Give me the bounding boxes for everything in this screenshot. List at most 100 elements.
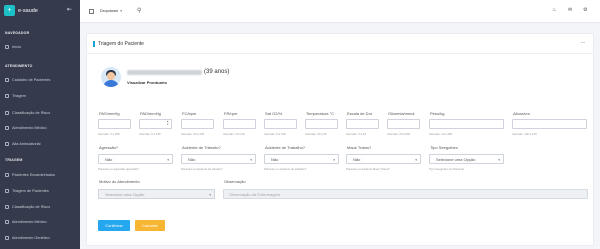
menu-collapse-icon[interactable]: ⇤ (67, 7, 72, 13)
cancel-button[interactable]: Cancelar (135, 220, 165, 231)
pad-hint: Intervalo: 0 a 150 (139, 132, 161, 136)
traffic-accident-hint: Paciente ou acidente de trânsito? (181, 167, 223, 171)
type-hint: Tipo Seeguiheo do Paciente (429, 167, 465, 171)
sidebar-item-label: Classificação de Risco (12, 111, 51, 115)
notes-input[interactable]: Observação da Enfermagem (223, 189, 588, 199)
bell-icon[interactable]: ♨ (552, 8, 556, 13)
section-title-triagem: TRIAGEM (5, 158, 23, 162)
notes-label: Observação (224, 179, 246, 184)
sidebar-item-cadastro[interactable]: Cadastro de Pacientes (5, 77, 50, 83)
sidebar-item-classificacao[interactable]: Classificação de Risco (5, 110, 50, 116)
exit-icon (5, 142, 9, 146)
avatar (101, 67, 121, 87)
stethoscope-icon (5, 126, 9, 130)
stepper-icon[interactable]: ▲ ▼ (167, 120, 169, 127)
aggression-hint: Paciente ou agressão agressão? (98, 167, 139, 171)
section-title-navegador: NAVEGADOR (5, 31, 30, 35)
view-record-link[interactable]: Visualizar Prontuario (127, 80, 167, 85)
pad-label: PAD/mmHg (140, 111, 161, 116)
pain-scale-input[interactable] (346, 119, 379, 129)
chevron-down-icon: ▾ (250, 158, 252, 162)
logo-icon: + (4, 5, 15, 16)
glycemia-input[interactable] (387, 119, 420, 129)
user-plus-icon (5, 78, 9, 82)
reason-select[interactable]: Selecione uma Opção ▾ (98, 189, 215, 199)
height-input[interactable] (512, 119, 587, 129)
sidebar-item-encaminhados[interactable]: Pacientes Encaminhados (5, 172, 55, 178)
sidebar-item-label: Classificação de Risco (12, 205, 51, 209)
app-name: e-saude (18, 7, 38, 14)
sidebar-item-inicio[interactable]: Início (5, 44, 21, 50)
sidebar-item-label: Atendimento Médico (12, 220, 47, 224)
pain-scale-label: Escala de Dor (347, 111, 373, 116)
aggression-label: Agressão? (99, 145, 119, 150)
chevron-down-icon: ▾ (498, 158, 500, 162)
stethoscope-icon (5, 220, 9, 224)
expand-icon[interactable] (89, 9, 94, 14)
work-accident-select[interactable]: Não ▾ (264, 154, 339, 164)
traffic-accident-select[interactable]: Não ▾ (181, 154, 256, 164)
top-dropdown[interactable]: Dropdown ▾ (100, 8, 122, 13)
sidebar-item-label: Triagem (12, 94, 26, 98)
weight-input[interactable] (429, 119, 504, 129)
work-accident-label: Acidente de Trabalho? (265, 145, 306, 150)
top-bar: Dropdown ▾ ⚲ ♨ ✉ ⚙ (80, 0, 600, 23)
chevron-down-icon: ▾ (167, 158, 169, 162)
height-hint: Intervalo: 100 a 270 (512, 132, 537, 136)
pas-label: PAS/mmHg (99, 111, 120, 116)
pas-input[interactable] (98, 119, 131, 129)
fc-input[interactable] (181, 119, 214, 129)
work-accident-hint: Paciente ou acidente de trabalho? (264, 167, 307, 171)
chevron-down-icon: ▾ (120, 8, 122, 13)
sidebar-item-alta[interactable]: Alta Ambulatorial (5, 141, 41, 147)
traffic-accident-label: Acidente de Trânsito? (182, 145, 221, 150)
user-icon[interactable]: ⚙ (583, 8, 587, 13)
dropdown-label: Dropdown (100, 8, 119, 13)
mail-icon[interactable]: ✉ (568, 8, 572, 13)
patient-age: (39 anos) (204, 69, 230, 75)
sidebar-item-genetico[interactable]: Atendimento Genético (5, 235, 50, 241)
confirm-button[interactable]: Confirmar (98, 220, 130, 231)
notes-placeholder: Observação da Enfermagem (229, 191, 281, 197)
work-accident-value: Não (271, 156, 279, 162)
reason-label: Motivo do Atendimento (99, 179, 140, 184)
abuse-select[interactable]: Não ▾ (346, 154, 421, 164)
weight-label: Peso/kg (430, 111, 445, 116)
sidebar: + e-saude ⇤ NAVEGADOR Início ATENDIMENTO… (0, 0, 80, 249)
risk-icon (5, 111, 9, 115)
sidebar-item-triagem[interactable]: Triagem (5, 93, 26, 99)
fr-label: FR/rpm (224, 111, 238, 116)
sidebar-item-atendimento-medico[interactable]: Atendimento Médico (5, 125, 47, 131)
reason-value: Selecione uma Opção (105, 191, 145, 197)
glycemia-hint: Intervalo: 20 a 600 (387, 132, 411, 136)
type-value: Selecione uma Opção (436, 156, 476, 162)
dna-icon (5, 236, 9, 240)
sidebar-item-label: Cadastro de Pacientes (12, 78, 51, 82)
patient-name-redacted (127, 70, 202, 75)
sidebar-item-label: Início (12, 45, 22, 49)
aggression-select[interactable]: Não ▾ (98, 154, 173, 164)
chevron-down-icon: ▾ (415, 158, 417, 162)
app-logo[interactable]: + e-saude (4, 5, 38, 16)
sat-input[interactable] (264, 119, 297, 129)
fr-input[interactable] (223, 119, 256, 129)
sat-hint: Intervalo: 0 a 100 (264, 132, 286, 136)
sidebar-item-atendimento[interactable]: Atendimento Médico (5, 219, 47, 225)
glycemia-label: Glicemia/mmol (388, 111, 415, 116)
fc-label: FC/bpm (182, 111, 197, 116)
search-icon[interactable]: ⚲ (137, 8, 141, 14)
weight-hint: Intervalo: 10 a 250 (429, 132, 453, 136)
fc-hint: Intervalo: 30 a 240 (181, 132, 205, 136)
sidebar-item-label: Atendimento Genético (12, 236, 50, 240)
sidebar-item-label: Atendimento Médico (12, 126, 47, 130)
sidebar-item-classificacao-risco[interactable]: Classificação de Risco (5, 204, 50, 210)
type-select[interactable]: Selecione uma Opção ▾ (429, 154, 504, 164)
sidebar-item-triagem-pacientes[interactable]: Triagem de Pacientes (5, 188, 49, 194)
pad-input[interactable]: ▲ ▼ (139, 119, 172, 129)
abuse-label: Maus Tratos? (347, 145, 372, 150)
clipboard-icon (5, 189, 9, 193)
section-title-atendimento: ATENDIMENTO (5, 64, 33, 68)
fr-hint: Intervalo: 10 a 40 (223, 132, 245, 136)
temperature-input[interactable] (305, 119, 338, 129)
more-options-icon[interactable]: ... (581, 39, 585, 45)
